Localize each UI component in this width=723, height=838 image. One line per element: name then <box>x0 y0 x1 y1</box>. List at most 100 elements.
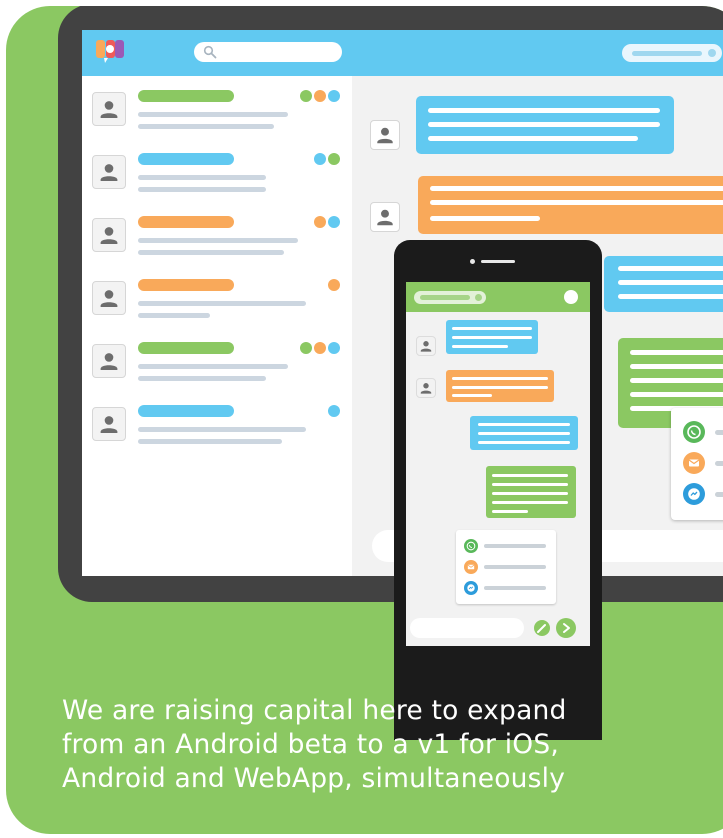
send-icon[interactable] <box>556 618 576 638</box>
avatar <box>92 407 126 441</box>
app-option[interactable] <box>683 421 723 443</box>
phone-camera <box>470 259 475 264</box>
caption-line-1: We are raising capital here to expand <box>62 695 567 726</box>
message-text-line <box>428 122 660 127</box>
status-dot <box>328 153 340 165</box>
phone-message-bubble <box>446 370 554 402</box>
message-text-line <box>492 492 568 495</box>
status-dot <box>328 342 340 354</box>
message-text-line <box>478 432 570 435</box>
avatar <box>92 218 126 252</box>
account-status-pill[interactable] <box>622 44 722 62</box>
contact-row[interactable] <box>82 90 352 130</box>
message-text-line <box>492 510 528 513</box>
avatar <box>92 281 126 315</box>
message-text-line <box>618 266 723 271</box>
phone-app-picker <box>456 530 556 604</box>
status-dot <box>328 90 340 102</box>
whatsapp-icon <box>683 421 705 443</box>
status-dot <box>328 405 340 417</box>
contact-row[interactable] <box>82 342 352 382</box>
message-text-line <box>430 186 723 191</box>
app-logo-icon <box>96 40 124 63</box>
email-icon <box>464 560 478 574</box>
person-icon <box>100 416 118 433</box>
app-option-label-line <box>484 544 546 548</box>
phone-menu-button[interactable] <box>564 290 578 304</box>
contact-name <box>138 153 234 165</box>
search-input[interactable] <box>194 42 342 62</box>
message-text-line <box>630 364 723 369</box>
avatar <box>92 344 126 378</box>
phone-screen <box>406 282 590 646</box>
person-icon <box>377 127 393 144</box>
email-icon <box>683 452 705 474</box>
message-text-line <box>428 136 638 141</box>
caption-line-2: from an Android beta to a v1 for iOS, <box>62 729 559 760</box>
phone-account-pill[interactable] <box>414 291 486 304</box>
phone-app-header <box>406 282 590 312</box>
message-text-line <box>428 108 660 113</box>
messenger-icon <box>683 483 705 505</box>
message-text-line <box>618 294 723 299</box>
message-text-line <box>492 501 568 504</box>
contact-preview-line <box>138 187 266 192</box>
messenger-icon <box>464 581 478 595</box>
person-icon <box>100 353 118 370</box>
app-option-label-line <box>715 461 723 466</box>
message-avatar <box>370 120 400 150</box>
desktop-message-bubble <box>418 176 723 234</box>
message-text-line <box>478 441 570 444</box>
status-dot <box>314 153 326 165</box>
contact-preview-line <box>138 124 274 129</box>
contact-preview-line <box>138 238 298 243</box>
desktop-message-bubble <box>604 256 723 312</box>
contact-preview-line <box>138 175 266 180</box>
avatar <box>92 92 126 126</box>
message-text-line <box>630 392 723 397</box>
message-text-line <box>452 327 532 330</box>
message-text-line <box>452 336 532 339</box>
contact-row[interactable] <box>82 153 352 193</box>
message-text-line <box>478 423 570 426</box>
status-dot <box>314 90 326 102</box>
whatsapp-icon <box>464 539 478 553</box>
contact-preview-line <box>138 376 266 381</box>
app-option-label-line <box>484 565 546 569</box>
desktop-message-bubble <box>416 96 674 154</box>
message-text-line <box>452 377 548 380</box>
contact-name <box>138 342 234 354</box>
message-text-line <box>630 378 723 383</box>
message-avatar <box>416 378 436 398</box>
status-dot <box>300 342 312 354</box>
contact-row[interactable] <box>82 279 352 319</box>
status-dot <box>300 90 312 102</box>
status-dot <box>328 279 340 291</box>
message-text-line <box>430 200 723 205</box>
person-icon <box>100 290 118 307</box>
app-option[interactable] <box>464 581 552 595</box>
message-text-line <box>452 386 548 389</box>
app-option[interactable] <box>683 452 723 474</box>
status-dot <box>328 216 340 228</box>
app-option[interactable] <box>464 539 552 553</box>
message-avatar <box>416 336 436 356</box>
person-icon <box>420 341 432 352</box>
contact-preview-line <box>138 112 288 117</box>
app-option[interactable] <box>464 560 552 574</box>
contact-preview-line <box>138 313 210 318</box>
contact-row[interactable] <box>82 405 352 445</box>
status-dot <box>314 342 326 354</box>
attach-icon[interactable] <box>534 620 550 636</box>
contact-row[interactable] <box>82 216 352 256</box>
message-text-line <box>618 280 723 285</box>
person-icon <box>100 227 118 244</box>
contact-preview-line <box>138 364 288 369</box>
app-option[interactable] <box>683 483 723 505</box>
message-text-line <box>452 345 508 348</box>
app-header <box>82 30 723 76</box>
phone-message-input[interactable] <box>410 618 524 638</box>
person-icon <box>100 164 118 181</box>
contact-name <box>138 279 234 291</box>
contact-preview-line <box>138 250 284 255</box>
